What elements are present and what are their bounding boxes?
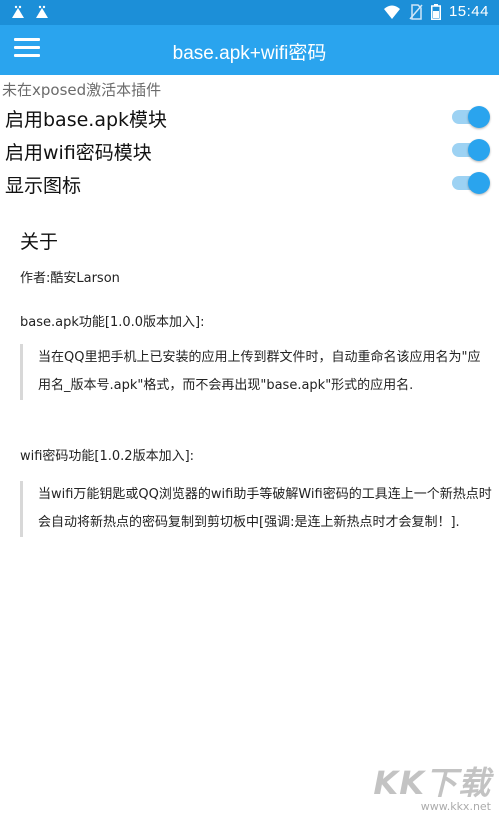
xposed-notice: 未在xposed激活本插件	[2, 81, 162, 99]
toggle-label: 显示图标	[5, 175, 82, 197]
feature2-title: wifi密码功能[1.0.2版本加入]:	[20, 449, 195, 464]
feature2-description: 当wifi万能钥匙或QQ浏览器的wifi助手等破解Wifi密码的工具连上一个新热…	[20, 481, 493, 537]
about-heading: 关于	[20, 231, 59, 253]
notification-icons	[10, 4, 50, 20]
show-icon-switch[interactable]	[452, 172, 490, 194]
base-apk-switch[interactable]	[452, 106, 490, 128]
wifi-icon	[383, 5, 400, 19]
toggle-label: 启用base.apk模块	[5, 109, 168, 131]
watermark-logo: KK下载	[373, 764, 491, 802]
battery-icon	[430, 3, 441, 20]
watermark: KK下载 www.kkx.net	[373, 758, 491, 813]
toggle-row-wifi-password[interactable]: 启用wifi密码模块	[0, 136, 499, 168]
author-text: 作者:酷安Larson	[20, 271, 120, 286]
status-bar: 15:44	[0, 0, 499, 25]
android-notification-icon	[36, 5, 48, 18]
clock: 15:44	[448, 3, 489, 20]
feature1-title: base.apk功能[1.0.0版本加入]:	[20, 315, 205, 330]
feature1-description: 当在QQ里把手机上已安装的应用上传到群文件时，自动重命名该应用名为"应用名_版本…	[20, 344, 493, 400]
system-status: 15:44	[383, 3, 489, 20]
no-sim-icon	[409, 3, 423, 20]
app-bar: base.apk+wifi密码	[0, 25, 499, 75]
toggle-row-base-apk[interactable]: 启用base.apk模块	[0, 103, 499, 135]
toggle-label: 启用wifi密码模块	[5, 142, 152, 164]
toggle-row-show-icon[interactable]: 显示图标	[0, 169, 499, 201]
app-title: base.apk+wifi密码	[172, 43, 327, 64]
wifi-password-switch[interactable]	[452, 139, 490, 161]
android-notification-icon	[12, 5, 24, 18]
